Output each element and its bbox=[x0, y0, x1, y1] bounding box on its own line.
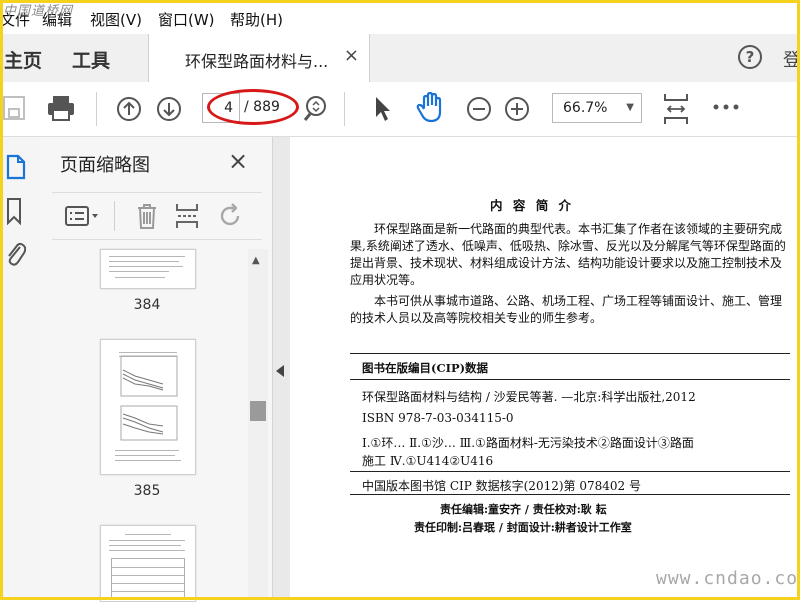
hand-tool-icon[interactable] bbox=[416, 92, 446, 124]
document-tab-title: 环保型路面材料与... bbox=[185, 52, 329, 71]
thumbnail-page-label: 384 bbox=[133, 297, 161, 313]
thumbnail-chart-graphic bbox=[120, 405, 178, 441]
zoom-level-value: 66.7% bbox=[563, 100, 608, 116]
page-number-input[interactable]: 4 bbox=[202, 93, 240, 123]
select-cursor-icon[interactable] bbox=[372, 95, 392, 123]
close-tab-icon[interactable]: × bbox=[344, 45, 359, 66]
classification-line-2: 施工 Ⅳ.①U414②U416 bbox=[362, 454, 494, 468]
bookmark-icon[interactable] bbox=[4, 197, 24, 225]
save-icon[interactable] bbox=[2, 95, 28, 121]
thumbnails-panel-title: 页面缩略图 bbox=[60, 155, 150, 176]
sign-in-button[interactable]: 登 bbox=[783, 46, 800, 72]
menu-bar: 文件 编辑 视图(V) 窗口(W) 帮助(H) 中国道桥网 bbox=[0, 0, 800, 34]
document-view[interactable]: 内 容 简 介 环保型路面是新一代路面的典型代表。本书汇集了作者在该领域的主要研… bbox=[290, 137, 800, 600]
next-page-icon[interactable] bbox=[156, 96, 182, 122]
thumbnails-toolbar bbox=[52, 192, 262, 240]
cip-top-rule bbox=[350, 353, 790, 354]
scrollbar-thumb[interactable] bbox=[250, 401, 266, 421]
panel-splitter[interactable] bbox=[272, 137, 291, 600]
help-icon[interactable]: ? bbox=[738, 45, 762, 69]
menu-window[interactable]: 窗口(W) bbox=[158, 9, 215, 30]
thumbnail-page-386[interactable] bbox=[100, 525, 196, 602]
thumbnail-page-384[interactable] bbox=[100, 249, 196, 289]
zoom-out-icon[interactable] bbox=[466, 96, 492, 122]
thumbnail-options-icon[interactable] bbox=[64, 205, 102, 227]
classification-line-1: Ⅰ.①环… Ⅱ.①沙… Ⅲ.①路面材料-无污染技术②路面设计③路面 bbox=[362, 436, 694, 450]
page-total: / 889 bbox=[244, 99, 280, 115]
document-page: 内 容 简 介 环保型路面是新一代路面的典型代表。本书汇集了作者在该领域的主要研… bbox=[290, 137, 800, 600]
tab-document[interactable]: 环保型路面材料与... × bbox=[148, 34, 370, 82]
intro-heading: 内 容 简 介 bbox=[490, 198, 575, 213]
tab-bar: 主页 工具 环保型路面材料与... × ? 登 bbox=[0, 34, 800, 83]
insert-page-icon[interactable] bbox=[174, 202, 200, 230]
cip-middle-rule bbox=[350, 471, 790, 472]
print-icon[interactable] bbox=[46, 94, 76, 122]
cip-title-line: 环保型路面材料与结构 / 沙爱民等著. —北京:科学出版社,2012 bbox=[362, 390, 696, 404]
marquee-zoom-icon[interactable] bbox=[302, 95, 328, 123]
menu-view[interactable]: 视图(V) bbox=[90, 9, 142, 30]
watermark-url: www.cndao.com bbox=[656, 568, 800, 589]
thumbnail-chart-graphic bbox=[120, 355, 178, 397]
more-options-icon[interactable] bbox=[712, 102, 740, 112]
watermark-logo: 中国道桥网 bbox=[3, 4, 74, 19]
cip-heading: 图书在版编目(CIP)数据 bbox=[362, 361, 489, 375]
intro-paragraph-1: 环保型路面是新一代路面的典型代表。本书汇集了作者在该领域的主要研究成果,系统阐述… bbox=[350, 222, 786, 287]
zoom-level-select[interactable]: 66.7% ▼ bbox=[552, 93, 642, 123]
navigation-rail bbox=[0, 137, 41, 600]
page-thumbnails-panel: 页面缩略图 × 384 385 bbox=[40, 137, 272, 602]
cip-bottom-rule bbox=[350, 494, 790, 495]
thumbnail-table-graphic bbox=[111, 558, 185, 598]
printing-line: 责任印制:吕春珉 / 封面设计:耕者设计工作室 bbox=[414, 521, 632, 534]
tab-home[interactable]: 主页 bbox=[4, 46, 42, 73]
thumbnails-scrollbar[interactable]: ▲ bbox=[248, 249, 268, 600]
close-panel-icon[interactable]: × bbox=[228, 147, 248, 175]
tab-tools[interactable]: 工具 bbox=[72, 46, 110, 73]
editors-line: 责任编辑:童安齐 / 责任校对:耿 耘 bbox=[440, 503, 607, 516]
zoom-in-icon[interactable] bbox=[504, 96, 530, 122]
rotate-page-icon[interactable] bbox=[218, 203, 244, 229]
cip-heading-rule bbox=[350, 379, 790, 380]
previous-page-icon[interactable] bbox=[116, 96, 142, 122]
collapse-panel-icon[interactable] bbox=[276, 365, 284, 377]
page-thumbnails-icon[interactable] bbox=[4, 153, 26, 181]
cip-number-line: 中国版本图书馆 CIP 数据核字(2012)第 078402 号 bbox=[362, 479, 641, 493]
menu-help[interactable]: 帮助(H) bbox=[230, 9, 283, 30]
chevron-down-icon: ▼ bbox=[626, 102, 634, 113]
thumbnail-page-385[interactable] bbox=[100, 339, 196, 475]
attachment-icon[interactable] bbox=[4, 239, 26, 267]
isbn-line: ISBN 978-7-03-034115-0 bbox=[362, 411, 514, 425]
fit-page-icon[interactable] bbox=[662, 92, 690, 126]
intro-paragraph-2: 本书可供从事城市道路、公路、机场工程、广场工程等铺面设计、施工、管理的技术人员以… bbox=[350, 294, 783, 325]
thumbnail-page-label: 385 bbox=[133, 483, 161, 499]
scroll-up-icon[interactable]: ▲ bbox=[252, 255, 260, 266]
delete-page-icon[interactable] bbox=[134, 202, 160, 230]
main-toolbar: 4 / 889 66.7% ▼ bbox=[0, 82, 800, 137]
